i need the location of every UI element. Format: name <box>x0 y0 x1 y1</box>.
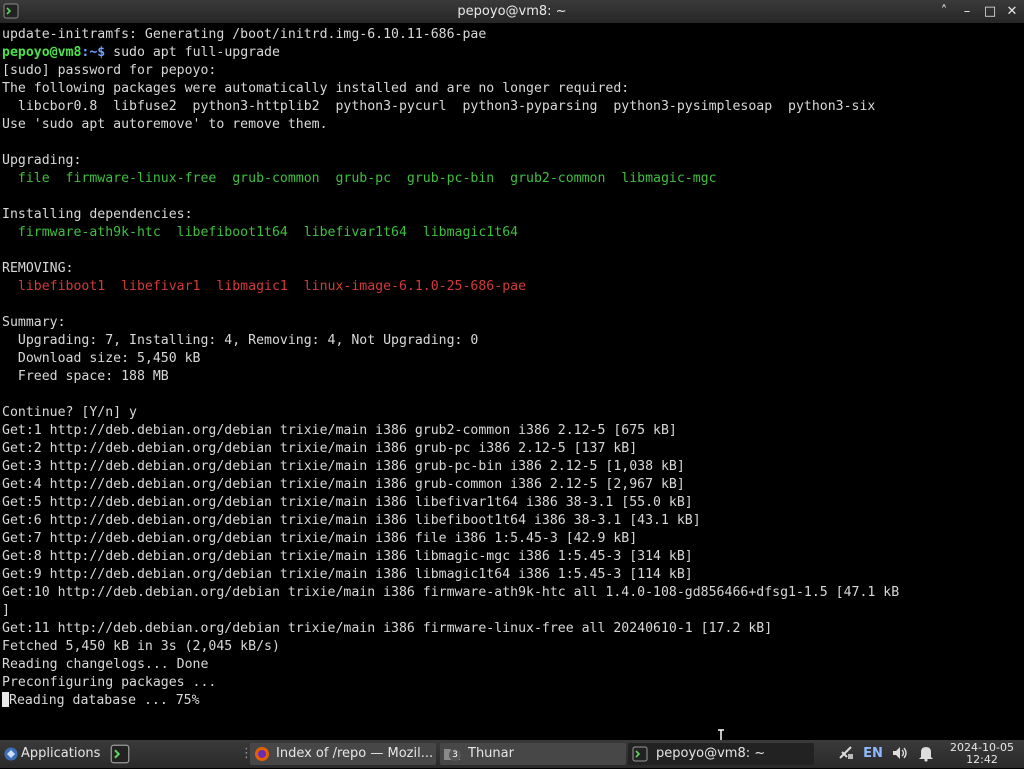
terminal-line: Use 'sudo apt autoremove' to remove them… <box>2 117 328 132</box>
terminal-line: Upgrading: <box>2 153 82 168</box>
window-title: pepoyo@vm8: ~ <box>457 4 567 19</box>
terminal-line: Get:3 http://deb.debian.org/debian trixi… <box>2 459 685 474</box>
progress-text: Reading database ... 75% <box>9 693 200 708</box>
task-terminal[interactable]: pepoyo@vm8: ~ <box>628 743 814 765</box>
taskbar: Applications ⋮ Index of /repo — Mozil...… <box>0 740 1024 768</box>
upgrade-package-list: file firmware-linux-free grub-common gru… <box>2 171 717 186</box>
applications-menu-label: Applications <box>21 746 101 761</box>
close-button[interactable]: ✕ <box>1001 0 1023 23</box>
terminal-line: Get:7 http://deb.debian.org/debian trixi… <box>2 531 638 546</box>
terminal-output[interactable]: update-initramfs: Generating /boot/initr… <box>0 26 1024 740</box>
task-separator-handle[interactable]: ⋮ <box>240 743 248 765</box>
terminal-line: Get:11 http://deb.debian.org/debian trix… <box>2 621 773 636</box>
keyboard-layout-indicator[interactable]: EN <box>862 744 884 764</box>
prompt-user-host: pepoyo@vm8 <box>2 45 82 60</box>
terminal-line: The following packages were automaticall… <box>2 81 630 96</box>
shade-button[interactable]: ˄ <box>933 0 955 23</box>
terminal-line: libcbor0.8 libfuse2 python3-httplib2 pyt… <box>2 99 876 114</box>
minimize-button[interactable]: – <box>956 0 978 23</box>
install-package-list: firmware-ath9k-htc libefiboot1t64 libefi… <box>2 225 519 240</box>
terminal-line: Summary: <box>2 315 66 330</box>
launcher-terminal[interactable] <box>106 743 136 765</box>
terminal-line: update-initramfs: Generating /boot/initr… <box>2 27 487 42</box>
window-title-bar[interactable]: pepoyo@vm8: ~ ˄ – □ ✕ <box>0 0 1024 23</box>
prompt-path: :~$ <box>81 45 114 60</box>
terminal-line: ] <box>2 603 10 618</box>
terminal-line: Reading changelogs... Done <box>2 657 209 672</box>
remove-package-list: libefiboot1 libefivar1 libmagic1 linux-i… <box>2 279 527 294</box>
notifications-bell-icon[interactable] <box>916 744 936 764</box>
applications-menu-icon <box>4 747 18 761</box>
firefox-icon <box>255 747 269 761</box>
terminal-line: Get:2 http://deb.debian.org/debian trixi… <box>2 441 638 456</box>
prompt-command: sudo apt full-upgrade <box>113 45 280 60</box>
terminal-line: Upgrading: 7, Installing: 4, Removing: 4… <box>2 333 479 348</box>
terminal-line: Get:4 http://deb.debian.org/debian trixi… <box>2 477 685 492</box>
terminal-line: Get:10 http://deb.debian.org/debian trix… <box>2 585 900 600</box>
network-icon[interactable] <box>836 744 856 764</box>
terminal-line: Installing dependencies: <box>2 207 193 222</box>
terminal-launcher-icon <box>110 744 130 764</box>
terminal-line: Get:6 http://deb.debian.org/debian trixi… <box>2 513 701 528</box>
terminal-line: Get:1 http://deb.debian.org/debian trixi… <box>2 423 677 438</box>
terminal-line: REMOVING: <box>2 261 74 276</box>
terminal-line: Freed space: 188 MB <box>2 369 169 384</box>
prompt-line: pepoyo@vm8:~$ sudo apt full-upgrade <box>2 44 280 62</box>
applications-menu-button[interactable]: Applications <box>2 743 106 765</box>
terminal-line: Continue? [Y/n] y <box>2 405 137 420</box>
terminal-line: Get:9 http://deb.debian.org/debian trixi… <box>2 567 693 582</box>
task-label: Thunar <box>468 746 514 761</box>
clock[interactable]: 2024-10-05 12:42 <box>946 742 1018 766</box>
terminal-line: Fetched 5,450 kB in 3s (2,045 kB/s) <box>2 639 280 654</box>
volume-icon[interactable] <box>890 744 910 764</box>
terminal-line: Preconfiguring packages ... <box>2 675 217 690</box>
terminal-line: [sudo] password for pepoyo: <box>2 63 217 78</box>
progress-line: Reading database ... 75% <box>2 692 200 710</box>
task-label: Index of /repo — Mozil... <box>276 746 434 761</box>
terminal-line: Get:5 http://deb.debian.org/debian trixi… <box>2 495 693 510</box>
terminal-line: Get:8 http://deb.debian.org/debian trixi… <box>2 549 693 564</box>
terminal-icon <box>632 746 648 762</box>
task-label: pepoyo@vm8: ~ <box>656 746 766 761</box>
terminal-cursor <box>2 692 9 707</box>
maximize-button[interactable]: □ <box>979 0 1001 23</box>
task-firefox[interactable]: Index of /repo — Mozil... <box>250 743 436 765</box>
window-count-badge: 3 <box>449 749 461 761</box>
terminal-line: Download size: 5,450 kB <box>2 351 201 366</box>
clock-time: 12:42 <box>966 753 998 766</box>
task-thunar[interactable]: 3 Thunar <box>440 743 626 765</box>
